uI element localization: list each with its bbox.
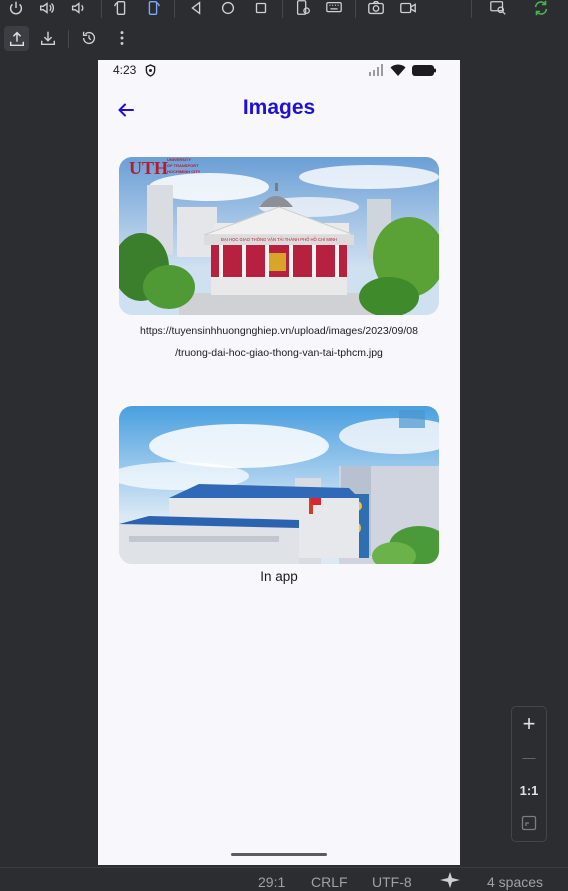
device-settings-icon[interactable] (292, 0, 314, 19)
volume-up-icon[interactable] (36, 0, 58, 19)
volume-down-icon[interactable] (67, 0, 89, 19)
toolbar-divider (68, 30, 69, 48)
top-app-bar: Images (98, 84, 460, 136)
network-image: ĐẠI HỌC GIAO THÔNG VẬN TẢI THÀNH PHỐ HỒ … (119, 157, 439, 315)
toolbar-divider (174, 0, 175, 18)
zoom-inspect-icon[interactable] (487, 0, 509, 19)
toolbar-divider (101, 0, 102, 18)
rotate-left-icon[interactable] (110, 0, 132, 19)
fit-screen-icon (521, 815, 537, 831)
camera-icon[interactable] (365, 0, 387, 19)
zoom-in-button[interactable]: + (512, 709, 546, 739)
line-ending[interactable]: CRLF (311, 874, 348, 890)
fit-screen-button[interactable] (512, 808, 546, 838)
download-icon[interactable] (37, 27, 59, 49)
rotate-right-icon[interactable] (142, 0, 164, 19)
reset-icon[interactable] (78, 27, 100, 49)
toolbar-divider (471, 0, 472, 18)
image-url-caption: https://tuyensinhhuongnghiep.vn/upload/i… (108, 320, 450, 364)
university-building-image: ĐẠI HỌC GIAO THÔNG VẬN TẢI THÀNH PHỐ HỒ … (119, 157, 439, 315)
ai-assistant-icon[interactable] (440, 872, 460, 891)
uth-logo: UTH (129, 158, 168, 178)
status-indicators (368, 64, 436, 76)
caption-line: https://tuyensinhhuongnghiep.vn/upload/i… (140, 325, 418, 337)
video-icon[interactable] (397, 0, 419, 19)
ide-status-bar: 29:1 CRLF UTF-8 4 spaces (0, 867, 568, 890)
wifi-icon (390, 64, 406, 76)
toolbar-row-device (0, 0, 568, 20)
gesture-nav-handle[interactable] (231, 853, 327, 856)
home-icon[interactable] (217, 0, 239, 19)
more-icon[interactable] (111, 27, 133, 49)
caption-line: /truong-dai-hoc-giao-thong-van-tai-tphcm… (175, 347, 383, 359)
emulator-toolbar (0, 0, 568, 58)
phone-screen: 4:23 Images ĐẠI HỌC GIAO THÔNG VẬN TẢI T… (98, 60, 460, 865)
uth-logo-line: HOCHIMINH CITY (167, 169, 201, 174)
toolbar-row-actions (0, 24, 568, 54)
page-title: Images (242, 96, 316, 119)
building-banner-text: ĐẠI HỌC GIAO THÔNG VẬN TẢI THÀNH PHỐ HỒ … (221, 237, 337, 242)
cell-signal-icon (369, 64, 383, 76)
toolbar-divider (355, 0, 356, 18)
zoom-out-button[interactable]: — (512, 742, 546, 772)
actual-size-button[interactable]: 1:1 (512, 775, 546, 805)
toolbar-divider (282, 0, 283, 18)
back-icon[interactable] (185, 0, 207, 19)
uth-logo-line: OF TRANSPORT (167, 163, 199, 168)
phone-status-bar: 4:23 (98, 60, 460, 82)
overview-icon[interactable] (250, 0, 272, 19)
file-encoding[interactable]: UTF-8 (372, 874, 412, 890)
power-icon[interactable] (5, 0, 27, 19)
zoom-controls: + — 1:1 (511, 706, 547, 842)
local-image (119, 406, 439, 564)
keyboard-icon[interactable] (323, 0, 345, 19)
sync-icon[interactable] (530, 0, 552, 19)
status-time: 4:23 (113, 63, 137, 77)
campus-building-image (119, 406, 439, 564)
caret-position[interactable]: 29:1 (258, 874, 285, 890)
image-caption: In app (260, 569, 298, 584)
battery-icon (412, 64, 436, 76)
uth-logo-line: UNIVERSITY (167, 157, 191, 162)
shield-icon (145, 64, 156, 77)
indent-setting[interactable]: 4 spaces (487, 874, 543, 890)
upload-icon[interactable] (4, 26, 29, 51)
